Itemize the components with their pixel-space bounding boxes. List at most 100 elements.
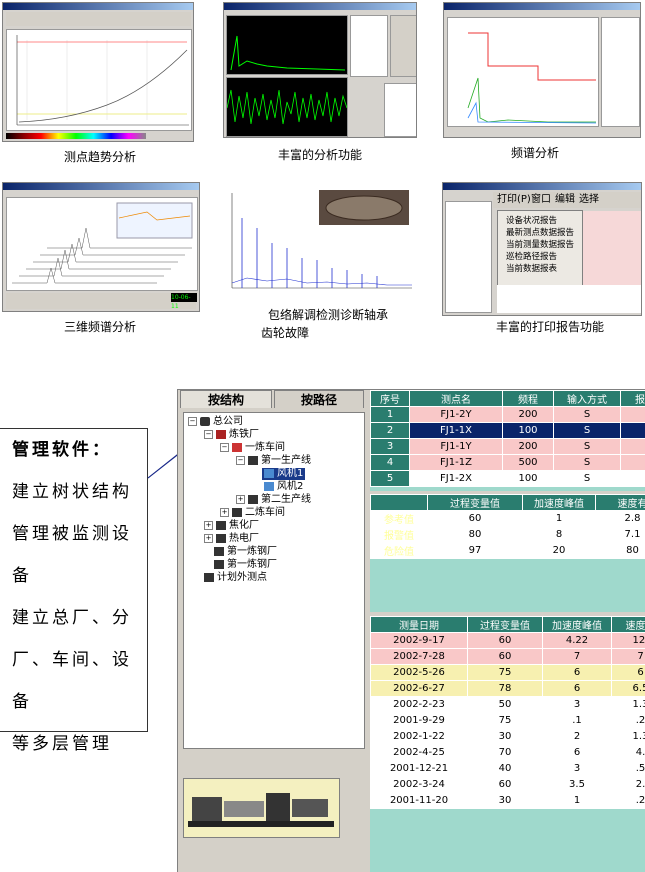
caption-analysis: 丰富的分析功能 [255, 146, 385, 163]
tree-node[interactable]: +第二生产线 [236, 494, 311, 506]
menu-window[interactable]: 窗口 [531, 192, 551, 208]
caption-gear: 齿轮故障 [258, 324, 312, 341]
table-row[interactable]: 危险值972080 [371, 543, 645, 559]
spectrum-curves [448, 18, 598, 126]
column-header: 频程 [503, 391, 554, 407]
table-row[interactable]: 5FJ1-2X100S [371, 471, 645, 487]
column-header: 报警 [621, 391, 645, 407]
trend-analysis-screenshot [2, 2, 194, 142]
fan-icon [264, 482, 274, 491]
tree-node[interactable]: −第一生产线 [236, 455, 311, 467]
points-table: 序号 测点名 频程 输入方式 报警 1FJ1-2Y200S 2FJ1-1X100… [370, 390, 645, 491]
waterfall-plot [7, 198, 197, 290]
envelope-spectrum [227, 188, 413, 298]
tree-node[interactable]: −炼铁厂 [204, 429, 259, 441]
table-row[interactable]: 4FJ1-1Z500S [371, 455, 645, 471]
table-row[interactable]: 报警值8087.1 [371, 527, 645, 543]
tree-node[interactable]: 计划外测点 [204, 572, 267, 584]
fan-icon [264, 469, 274, 478]
table-row[interactable]: 2002-9-17604.2212. [371, 633, 645, 649]
column-header: 速度有 [596, 495, 645, 511]
caption-trend: 测点趋势分析 [40, 148, 160, 165]
table-row[interactable]: 2002-5-267566 [371, 665, 645, 681]
table-row[interactable]: 2002-3-24603.52. [371, 777, 645, 793]
workshop-icon [232, 508, 242, 517]
callout-line: 管理被监测设 [0, 513, 147, 555]
menu-item-latest-point[interactable]: 最新测点数据报告 [498, 227, 582, 239]
menu-print[interactable]: 打印(P) [497, 192, 531, 208]
callout-line: 建立总厂、分 [0, 597, 147, 639]
management-window: 按结构 按路径 −总公司 −炼铁厂 −一炼车间 −第一生产线 风机1 风机2 +… [177, 389, 645, 872]
table-row[interactable]: 2002-4-257064. [371, 745, 645, 761]
column-header: 输入方式 [554, 391, 621, 407]
envelope-demodulation-screenshot [227, 188, 413, 298]
factory-icon [214, 560, 224, 569]
company-icon [200, 417, 210, 426]
tree-node[interactable]: 第一炼钢厂 [214, 546, 277, 558]
tree-node[interactable]: −一炼车间 [220, 442, 285, 454]
tree-node[interactable]: 风机2 [264, 481, 303, 493]
caption-envelope: 包络解调检测诊断轴承 [258, 306, 398, 323]
factory-icon [216, 521, 226, 530]
3d-spectrum-screenshot: 10-06-11 [2, 182, 200, 312]
column-header: 速度有 [612, 617, 645, 633]
workshop-icon [232, 443, 242, 452]
tree-node[interactable]: +二炼车间 [220, 507, 285, 519]
table-row[interactable]: 2002-2-235031.3 [371, 697, 645, 713]
callout-line: 厂、车间、设备 [0, 639, 147, 723]
menu-item-patrol-route[interactable]: 巡检路径报告 [498, 251, 582, 263]
column-header: 过程变量值 [428, 495, 523, 511]
factory-icon [216, 534, 226, 543]
history-table: 测量日期 过程变量值 加速度峰值 速度有 2002-9-17604.2212. … [370, 616, 645, 872]
equipment-tree: −总公司 −炼铁厂 −一炼车间 −第一生产线 风机1 风机2 +第二生产线 +二… [183, 412, 365, 749]
menu-item-device-status[interactable]: 设备状况报告 [498, 215, 582, 227]
tree-node[interactable]: −总公司 [188, 416, 243, 428]
table-row[interactable]: 2002-1-223021.3 [371, 729, 645, 745]
table-row[interactable]: 2002-6-277866.5 [371, 681, 645, 697]
column-header: 测量日期 [371, 617, 468, 633]
spectrum-analysis-screenshot [443, 2, 641, 138]
table-row[interactable]: 3FJ1-1Y200S [371, 439, 645, 455]
menu-item-current-measure[interactable]: 当前测量数据报告 [498, 239, 582, 251]
tree-node[interactable]: +焦化厂 [204, 520, 259, 532]
table-row[interactable]: 2001-11-20301.2 [371, 793, 645, 809]
callout-line: 备 [0, 555, 147, 597]
limits-table: 过程变量值 加速度峰值 速度有 参考值6012.8 报警值8087.1 危险值9… [370, 494, 645, 612]
factory-icon [214, 547, 224, 556]
tree-node[interactable]: +热电厂 [204, 533, 259, 545]
print-dropdown: 设备状况报告 最新测点数据报告 当前测量数据报告 巡检路径报告 当前数据报表 [497, 210, 583, 288]
tab-by-route[interactable]: 按路径 [274, 390, 364, 408]
factory-icon [216, 430, 226, 439]
caption-print: 丰富的打印报告功能 [470, 318, 630, 335]
menu-edit[interactable]: 编辑 [555, 192, 575, 208]
table-row[interactable]: 1FJ1-2Y200S [371, 407, 645, 423]
table-row[interactable]: 2001-9-2975.1.2 [371, 713, 645, 729]
table-row[interactable]: 参考值6012.8 [371, 511, 645, 527]
callout-line: 建立树状结构 [0, 471, 147, 513]
trend-curve [7, 30, 191, 130]
table-row-selected[interactable]: 2FJ1-1X100S [371, 423, 645, 439]
menu-select[interactable]: 选择 [579, 192, 599, 208]
column-header: 加速度峰值 [523, 495, 596, 511]
tree-node-selected[interactable]: 风机1 [262, 468, 305, 480]
tree-node[interactable]: 第一炼钢厂 [214, 559, 277, 571]
callout-title: 管理软件： [0, 429, 147, 471]
column-header: 序号 [371, 391, 410, 407]
menu-item-current-data[interactable]: 当前数据报表 [498, 263, 582, 275]
column-header: 过程变量值 [468, 617, 543, 633]
caption-spectrum: 频谱分析 [480, 144, 590, 161]
spectrum-plot [227, 16, 347, 74]
column-header: 测点名 [410, 391, 503, 407]
equipment-diagram [183, 778, 340, 838]
print-report-screenshot: 打印(P) 窗口 编辑 选择 设备状况报告 最新测点数据报告 当前测量数据报告 … [442, 182, 642, 316]
tab-by-structure[interactable]: 按结构 [180, 390, 272, 408]
line-icon [248, 456, 258, 465]
callout-line: 等多层管理 [0, 723, 147, 765]
column-header: 加速度峰值 [543, 617, 612, 633]
table-row[interactable]: 2002-7-286077 [371, 649, 645, 665]
caption-3d-spectrum: 三维频谱分析 [40, 318, 160, 335]
unplanned-point-icon [204, 573, 214, 582]
table-row[interactable]: 2001-12-21403.5 [371, 761, 645, 777]
line-icon [248, 495, 258, 504]
analysis-functions-screenshot [223, 2, 417, 138]
